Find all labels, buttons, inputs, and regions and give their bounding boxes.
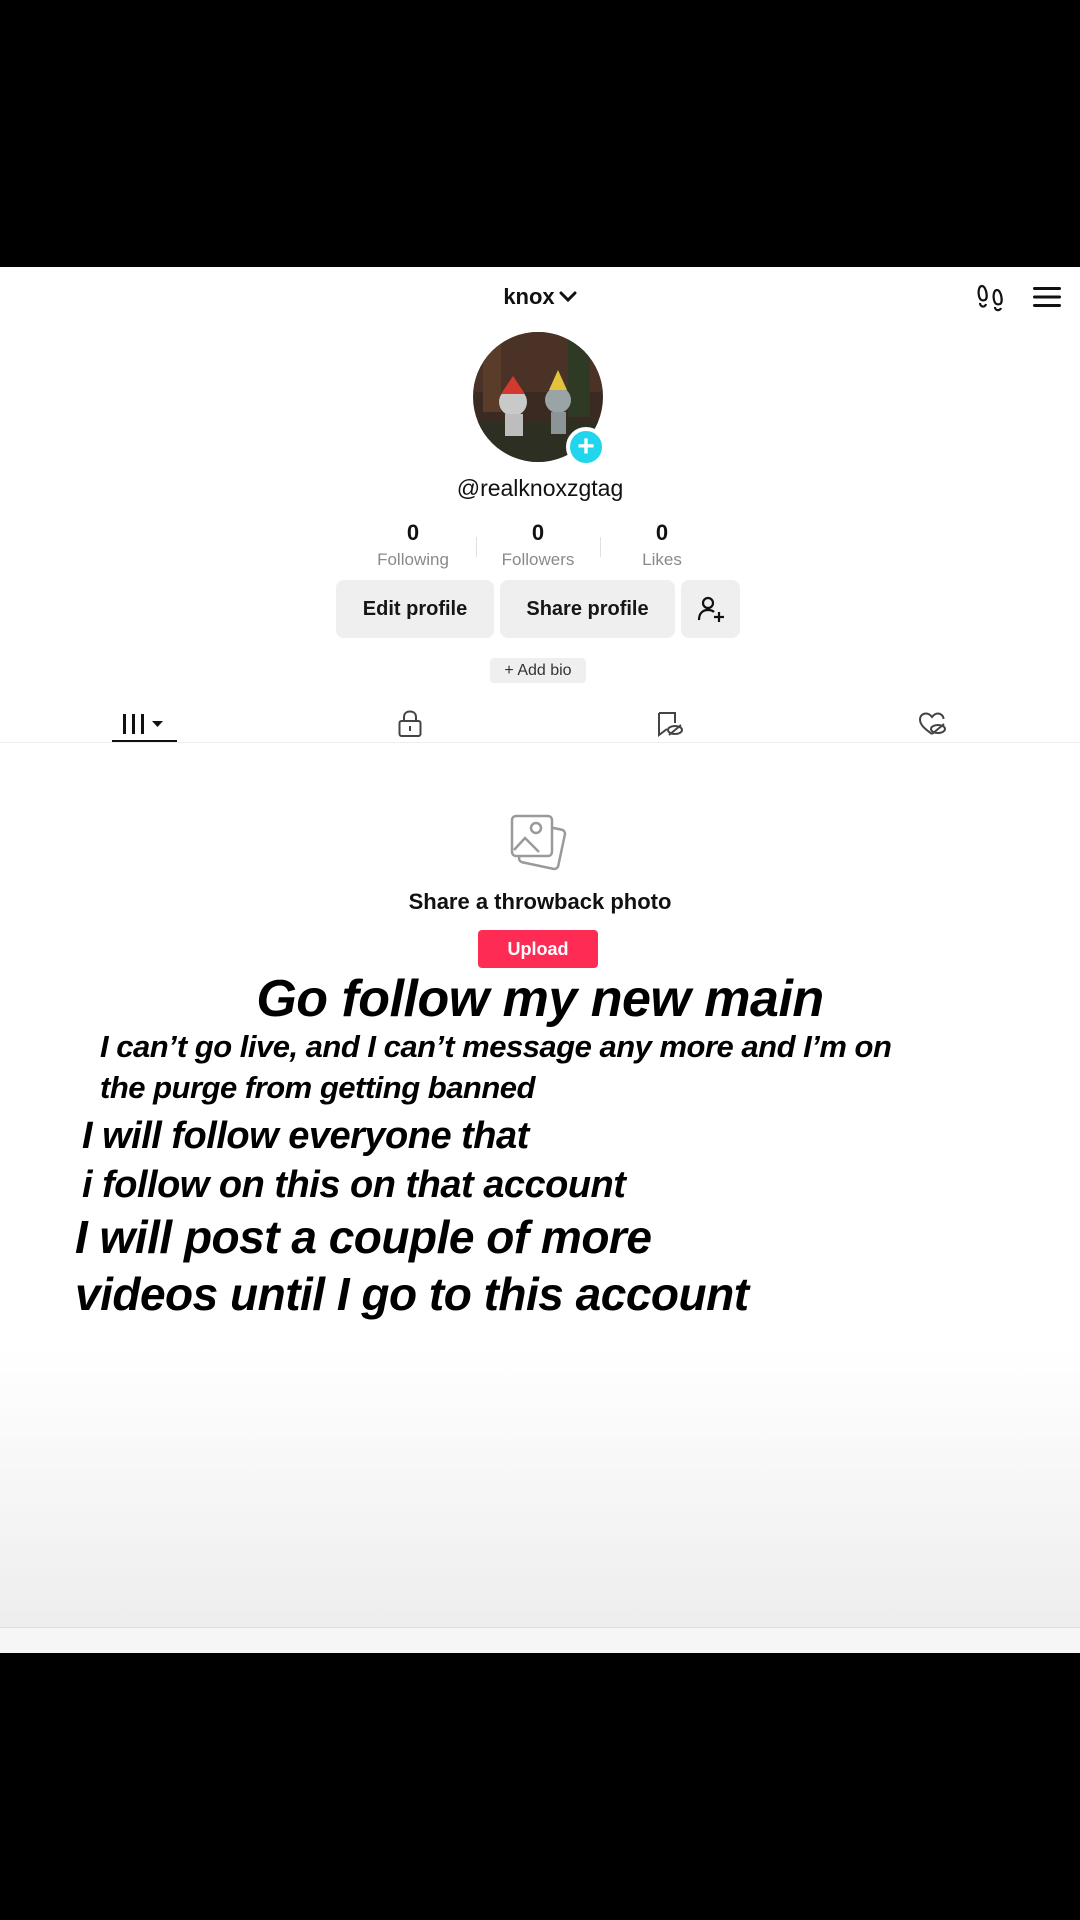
overlay-line: videos until I go to this account: [75, 1268, 749, 1320]
repost-hidden-icon: [658, 712, 683, 737]
header-actions: [976, 277, 1062, 317]
lock-icon: [398, 710, 422, 737]
stat-following[interactable]: 0 Following: [348, 520, 478, 570]
add-friends-button[interactable]: [681, 580, 740, 638]
overlay-headline: Go follow my new main: [256, 970, 824, 1028]
chevron-down-icon: [559, 291, 577, 303]
add-bio-button[interactable]: + Add bio: [490, 658, 586, 683]
stat-followers[interactable]: 0 Followers: [473, 520, 603, 570]
stat-value: 0: [406, 520, 420, 545]
tabs-divider: [0, 742, 1080, 743]
profile-screen: knox + @realknoxzgtag 0 Following 0 Foll…: [0, 267, 1080, 1653]
empty-state-title: Share a throwback photo: [408, 889, 672, 914]
account-name: knox: [503, 284, 555, 309]
overlay-line: I will follow everyone that: [82, 1115, 529, 1157]
stat-label: Followers: [501, 550, 575, 569]
stat-label: Following: [377, 550, 449, 569]
bottom-navigation-bar[interactable]: [0, 1627, 1080, 1653]
photo-icon: [508, 812, 570, 874]
overlay-line: the purge from getting banned: [100, 1070, 536, 1105]
stat-value: 0: [531, 520, 545, 545]
overlay-line: I can’t go live, and I can’t message any…: [100, 1029, 892, 1064]
edit-profile-button[interactable]: Edit profile: [336, 580, 494, 638]
stat-value: 0: [655, 520, 669, 545]
heart-hidden-icon: [918, 712, 946, 735]
add-avatar-button[interactable]: +: [566, 427, 606, 467]
menu-icon[interactable]: [1032, 285, 1062, 309]
plus-icon: +: [577, 430, 595, 463]
overlay-line: i follow on this on that account: [82, 1164, 626, 1206]
stat-label: Likes: [642, 550, 682, 569]
bottom-fade: [0, 1347, 1080, 1653]
upload-button[interactable]: Upload: [478, 930, 598, 968]
account-switcher[interactable]: knox: [480, 277, 600, 317]
footprints-icon[interactable]: [976, 282, 1006, 312]
add-user-icon: [697, 596, 724, 622]
grid-icon: [123, 714, 163, 734]
stat-likes[interactable]: 0 Likes: [597, 520, 727, 570]
overlay-line: I will post a couple of more: [75, 1211, 652, 1263]
username: @realknoxzgtag: [456, 475, 624, 501]
share-profile-button[interactable]: Share profile: [500, 580, 675, 638]
